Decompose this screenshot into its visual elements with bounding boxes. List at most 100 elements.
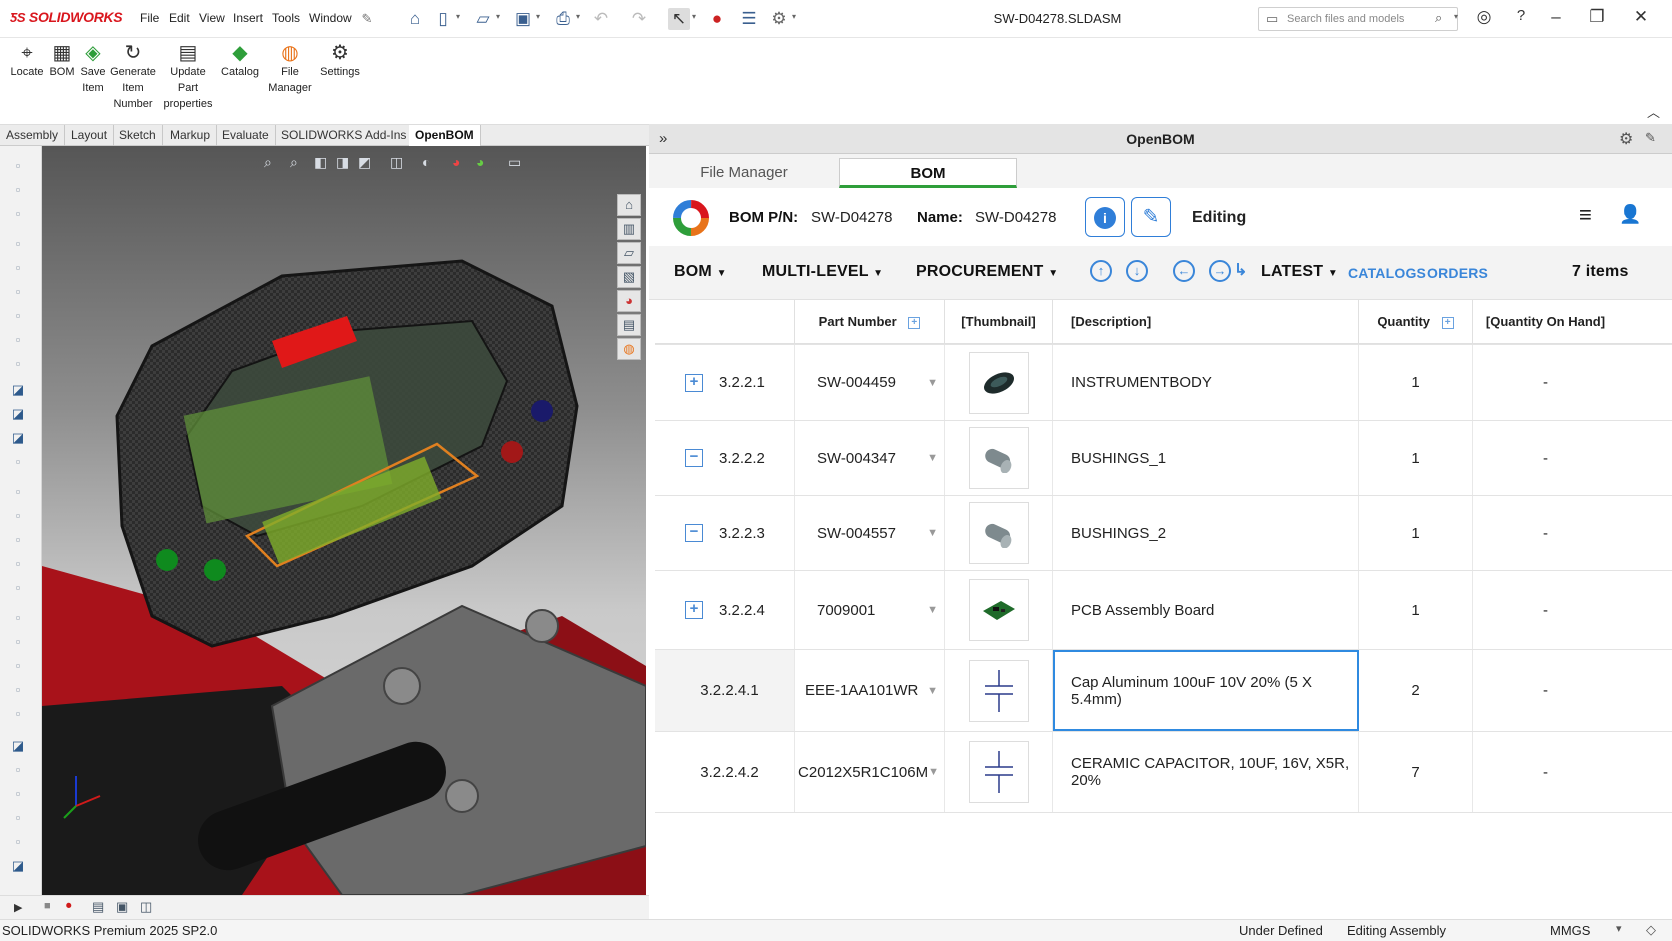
description-cell[interactable]: BUSHINGS_1 (1053, 421, 1359, 495)
menu-tools[interactable]: Tools (272, 11, 300, 25)
part-number-cell[interactable]: SW-004347 ▼ (795, 421, 945, 495)
catalogs-link[interactable]: CATALOGS (1348, 265, 1426, 281)
toolbar-tool-icon[interactable]: ▫ (7, 508, 29, 526)
select-cursor-icon[interactable]: ↖ (668, 8, 690, 30)
table-row[interactable]: +3.2.2.4 7009001 ▼ PCB Assembly Board 1 - (655, 570, 1672, 649)
column-description-header[interactable]: [Description] (1053, 300, 1359, 344)
toolbar-tool-icon[interactable]: ▫ (7, 158, 29, 176)
play-icon[interactable]: ▶ (14, 901, 22, 914)
scene-icon[interactable]: ◕ (476, 154, 484, 170)
thumbnail-cell[interactable] (945, 496, 1053, 570)
motion-study-icon[interactable]: ▤ (92, 899, 104, 915)
dynamic-annotation-icon[interactable]: ◩ (358, 154, 371, 171)
collapse-row-icon[interactable]: − (685, 449, 703, 467)
user-profile-icon[interactable]: 👤 (1619, 204, 1641, 225)
quantity-on-hand-cell[interactable]: - (1473, 732, 1618, 812)
part-number-cell[interactable]: SW-004557 ▼ (795, 496, 945, 570)
part-number-cell[interactable]: EEE-1AA101WR ▼ (795, 650, 945, 731)
description-cell[interactable]: INSTRUMENTBODY (1053, 345, 1359, 420)
table-row[interactable]: +3.2.2.1 SW-004459 ▼ INSTRUMENTBODY 1 - (655, 344, 1672, 420)
column-thumbnail-header[interactable]: [Thumbnail] (945, 300, 1053, 344)
toolbar-tool-icon[interactable]: ▫ (7, 786, 29, 804)
solidworks-logo[interactable]: ƼS SOLIDWORKS (10, 9, 123, 25)
capture-icon[interactable]: ◫ (140, 899, 152, 915)
view-palette-icon[interactable]: ▧ (617, 266, 641, 288)
tab-layout[interactable]: Layout (65, 125, 115, 147)
chevron-down-icon[interactable]: ▼ (928, 766, 939, 778)
table-row[interactable]: 3.2.2.4.2 C2012X5R1C106M ▼ CERAMIC CAPACI… (655, 731, 1672, 813)
quantity-cell[interactable]: 2 (1359, 650, 1473, 731)
thumbnail-cell[interactable] (945, 345, 1053, 420)
panel-settings-icon[interactable]: ⚙ (1619, 129, 1633, 149)
quantity-cell[interactable]: 1 (1359, 345, 1473, 420)
chevron-down-icon[interactable]: ▼ (927, 685, 938, 697)
description-cell[interactable]: CERAMIC CAPACITOR, 10UF, 16V, X5R, 20% (1053, 732, 1359, 812)
chevron-down-icon[interactable]: ▼ (927, 604, 938, 616)
appearances-icon[interactable]: ◕ (617, 290, 641, 312)
chevron-down-icon[interactable]: ▼ (927, 527, 938, 539)
toolbar-tool-icon[interactable]: ▫ (7, 532, 29, 550)
search-input[interactable]: ▭ Search files and models ⌕ (1258, 7, 1458, 31)
procurement-dropdown[interactable]: PROCUREMENT ▼ (916, 263, 1058, 281)
rebuild-traffic-light-icon[interactable]: ● (706, 8, 728, 30)
section-view-icon[interactable]: ◨ (336, 154, 349, 171)
part-number-cell[interactable]: C2012X5R1C106M ▼ (795, 732, 945, 812)
toolbar-tool-icon[interactable]: ▫ (7, 682, 29, 700)
design-library-icon[interactable]: ▥ (617, 218, 641, 240)
restore-icon[interactable]: ❐ (1584, 7, 1610, 27)
locate-button[interactable]: ⌖ Locate (6, 42, 48, 80)
description-cell[interactable]: PCB Assembly Board (1053, 571, 1359, 649)
tag-icon[interactable]: ◇ (1646, 922, 1656, 938)
account-icon[interactable]: ◎ (1471, 7, 1497, 27)
toolbar-tool-icon[interactable]: ◪ (7, 430, 29, 448)
quantity-on-hand-cell[interactable]: - (1473, 345, 1618, 420)
catalog-button[interactable]: ◆ Catalog (218, 42, 262, 80)
openbom-task-pane-icon[interactable]: ◍ (617, 338, 641, 360)
description-cell[interactable]: BUSHINGS_2 (1053, 496, 1359, 570)
column-quantity-on-hand-header[interactable]: [Quantity On Hand] (1473, 300, 1618, 344)
toolbar-tool-icon[interactable]: ▫ (7, 206, 29, 224)
latest-dropdown[interactable]: LATEST ▼ (1261, 263, 1338, 281)
save-item-button[interactable]: ◈ Save Item (76, 42, 110, 96)
collapse-row-icon[interactable]: − (685, 524, 703, 542)
new-document-icon[interactable]: ▯ (432, 8, 454, 30)
tab-sketch[interactable]: Sketch (113, 125, 163, 147)
toolbar-tool-icon[interactable]: ▫ (7, 284, 29, 302)
settings-button[interactable]: ⚙ Settings (314, 42, 366, 80)
home-icon[interactable]: ⌂ (404, 8, 426, 30)
menu-file[interactable]: File (140, 11, 159, 25)
quantity-on-hand-cell[interactable]: - (1473, 496, 1618, 570)
hamburger-menu-icon[interactable]: ≡ (1579, 202, 1592, 228)
view-orientation-icon[interactable]: ◫ (390, 154, 403, 171)
arrow-right-icon[interactable]: → (1209, 260, 1231, 282)
file-explorer-icon[interactable]: ▱ (617, 242, 641, 264)
toolbar-tool-icon[interactable]: ◪ (7, 738, 29, 756)
record-icon[interactable]: ⏺ (66, 900, 72, 913)
table-row[interactable]: −3.2.2.2 SW-004347 ▼ BUSHINGS_1 1 - (655, 420, 1672, 495)
column-add-icon[interactable]: + (908, 316, 921, 329)
toolbar-tool-icon[interactable]: ▫ (7, 810, 29, 828)
expand-row-icon[interactable]: + (685, 601, 703, 619)
thumbnail-cell[interactable] (945, 571, 1053, 649)
redo-icon[interactable]: ↷ (628, 8, 650, 30)
bom-dropdown[interactable]: BOM ▼ (674, 263, 727, 281)
close-icon[interactable]: ✕ (1628, 7, 1654, 27)
toolbar-tool-icon[interactable]: ▫ (7, 556, 29, 574)
description-cell[interactable]: Cap Aluminum 100uF 10V 20% (5 X 5.4mm) (1053, 650, 1359, 731)
toolbar-tool-icon[interactable]: ◪ (7, 382, 29, 400)
chevron-down-icon[interactable]: ▼ (927, 377, 938, 389)
toolbar-tool-icon[interactable]: ▫ (7, 454, 29, 472)
undo-icon[interactable]: ↶ (590, 8, 612, 30)
export-icon[interactable]: ▣ (116, 899, 128, 915)
tab-assembly[interactable]: Assembly (0, 125, 66, 147)
open-folder-icon[interactable]: ▱ (472, 8, 494, 30)
revision-branch-icon[interactable]: ↳ (1234, 260, 1247, 280)
toolbar-tool-icon[interactable]: ▫ (7, 236, 29, 254)
toolbar-tool-icon[interactable]: ▫ (7, 834, 29, 852)
toolbar-tool-icon[interactable]: ▫ (7, 658, 29, 676)
toolbar-tool-icon[interactable]: ▫ (7, 706, 29, 724)
zoom-to-fit-icon[interactable]: ⌕ (264, 154, 272, 171)
graphics-viewport[interactable]: ⌕ ⌕ ◧ ◨ ◩ ◫ ◐ ◕ ◕ ▭ ⌂ ▥ ▱ ▧ ◕ ▤ ◍ (42, 146, 646, 895)
collapse-ribbon-icon[interactable]: ︿ (1647, 102, 1660, 121)
display-style-icon[interactable]: ◐ (422, 154, 430, 170)
